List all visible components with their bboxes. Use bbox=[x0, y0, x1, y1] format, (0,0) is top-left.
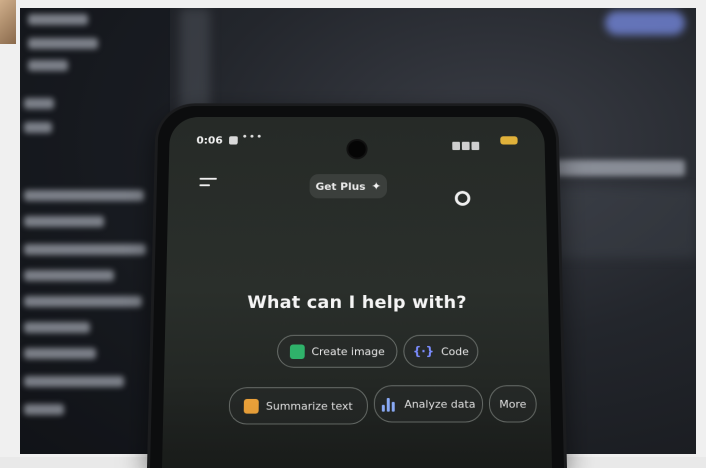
background-text-line bbox=[24, 270, 114, 281]
code-braces-icon: {·} bbox=[413, 344, 434, 358]
corner-thumbnail bbox=[0, 0, 16, 44]
background-text-line bbox=[28, 60, 68, 71]
background-text-line bbox=[24, 216, 104, 227]
summarize-text-button[interactable]: Summarize text bbox=[229, 387, 368, 424]
background-text-line bbox=[24, 98, 54, 109]
background-blue-pill bbox=[605, 11, 685, 35]
background-text-line bbox=[24, 190, 144, 201]
smartphone: 0:06 ••• Get Plus ✦ What can I help with… bbox=[150, 106, 564, 468]
more-button[interactable]: More bbox=[489, 385, 537, 422]
background-text-line bbox=[24, 122, 52, 133]
status-time: 0:06 bbox=[196, 134, 223, 146]
create-image-button[interactable]: Create image bbox=[277, 335, 398, 368]
sparkle-icon: ✦ bbox=[371, 180, 381, 193]
battery-icon bbox=[500, 136, 517, 144]
get-plus-label: Get Plus bbox=[315, 180, 365, 192]
chip-label: Analyze data bbox=[404, 397, 475, 410]
phone-screen: 0:06 ••• Get Plus ✦ What can I help with… bbox=[162, 117, 552, 468]
get-plus-button[interactable]: Get Plus ✦ bbox=[310, 174, 387, 198]
background-monitor-shade bbox=[20, 8, 170, 454]
background-text-line bbox=[28, 38, 98, 49]
background-text-line bbox=[24, 322, 90, 333]
notification-icon bbox=[229, 136, 238, 144]
status-more-dots: ••• bbox=[242, 131, 264, 143]
photo: 0:06 ••• Get Plus ✦ What can I help with… bbox=[0, 0, 706, 457]
prompt-headline: What can I help with? bbox=[166, 293, 549, 313]
code-button[interactable]: {·} Code bbox=[403, 335, 478, 368]
create-image-icon bbox=[290, 344, 305, 359]
hamburger-menu-icon[interactable] bbox=[199, 178, 217, 189]
signal-wifi-icons bbox=[452, 136, 502, 145]
chip-label: Create image bbox=[311, 345, 384, 358]
analyze-data-button[interactable]: Analyze data bbox=[374, 385, 483, 422]
background-text-line bbox=[28, 14, 88, 25]
document-icon bbox=[244, 398, 259, 413]
bar-chart-icon bbox=[381, 396, 397, 411]
background-text-line bbox=[24, 296, 142, 307]
wifi-icon bbox=[471, 142, 479, 150]
background-text-line bbox=[24, 404, 64, 415]
front-camera bbox=[348, 141, 365, 158]
signal-icon bbox=[452, 142, 460, 150]
background-text-line bbox=[24, 244, 146, 255]
background-text-line bbox=[24, 348, 96, 359]
chip-label: More bbox=[499, 397, 526, 410]
signal-icon bbox=[462, 142, 470, 150]
chip-label: Summarize text bbox=[266, 399, 353, 412]
chip-label: Code bbox=[441, 345, 469, 358]
background-text-line bbox=[24, 376, 124, 387]
settings-icon[interactable] bbox=[455, 191, 471, 206]
